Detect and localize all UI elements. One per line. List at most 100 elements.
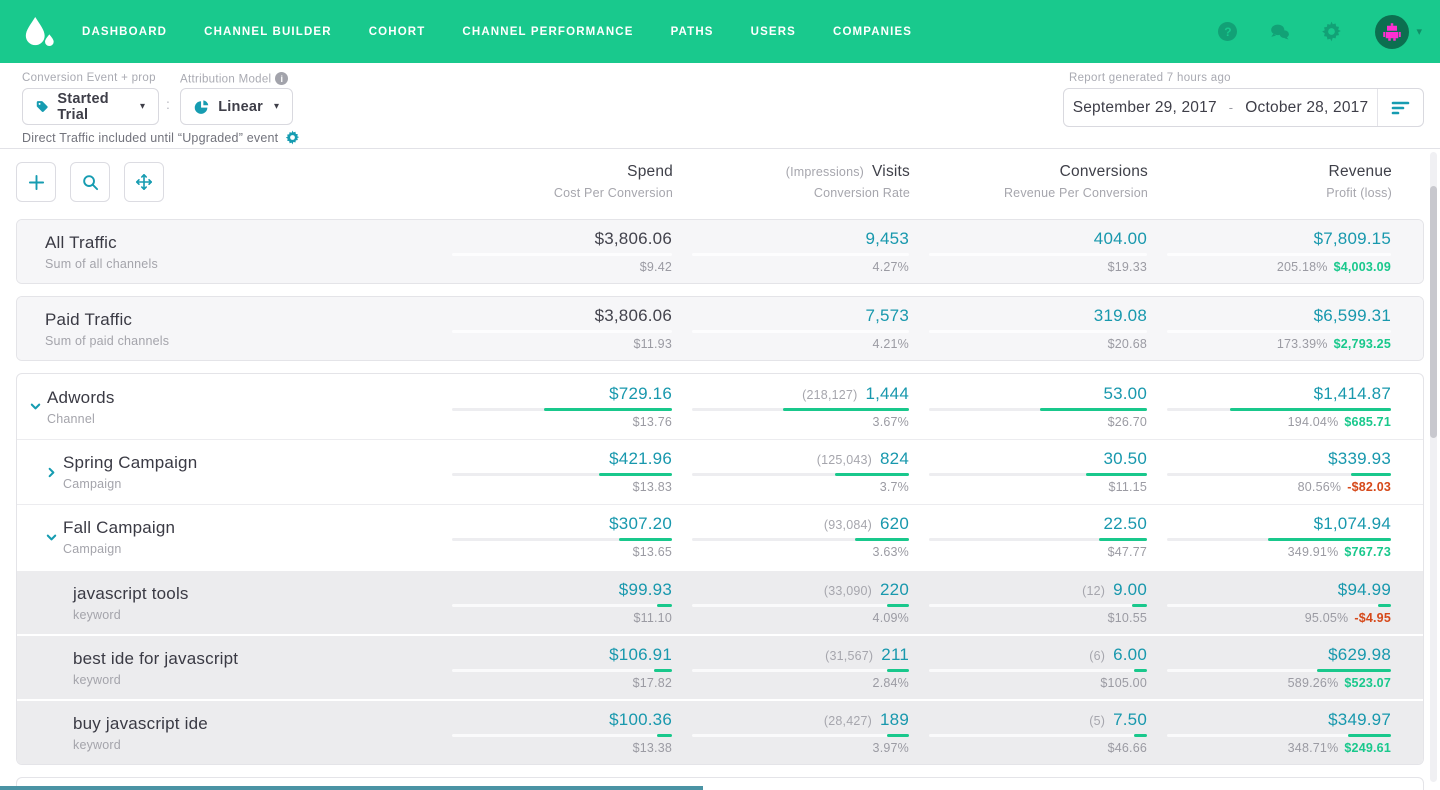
spend-secondary: $13.38 xyxy=(633,741,672,756)
spend-cell: $421.96 $13.83 xyxy=(432,449,672,495)
visits-secondary: 4.21% xyxy=(873,337,909,352)
row-title: best ide for javascript xyxy=(73,649,238,669)
conversion-event-value: Started Trial xyxy=(57,91,129,123)
table-row[interactable]: Adwords Channel $729.16 $13.76 (218,127)… xyxy=(17,374,1423,439)
value-bar xyxy=(1132,604,1147,607)
value-track xyxy=(1167,604,1391,607)
column-header-visits[interactable]: (Impressions)Visits Conversion Rate xyxy=(673,163,910,202)
help-icon[interactable]: ? xyxy=(1217,21,1238,42)
value-bar xyxy=(619,538,672,541)
chat-icon[interactable] xyxy=(1269,21,1290,42)
search-button[interactable] xyxy=(70,162,110,202)
table-row[interactable]: All Traffic Sum of all channels $3,806.0… xyxy=(17,220,1423,283)
column-header-conversions[interactable]: Conversions Revenue Per Conversion xyxy=(910,163,1148,202)
search-icon xyxy=(82,174,99,191)
app-logo[interactable] xyxy=(22,16,56,48)
vertical-scrollbar-thumb[interactable] xyxy=(1430,186,1437,438)
visits-prefix: (31,567) xyxy=(825,649,873,663)
profit-value: $249.61 xyxy=(1344,741,1391,756)
visits-value: 620 xyxy=(880,514,909,534)
conversions-secondary: $26.70 xyxy=(1108,415,1147,430)
table-row[interactable]: Fall Campaign Campaign $307.20 $13.65 (9… xyxy=(17,504,1423,569)
table-body: All Traffic Sum of all channels $3,806.0… xyxy=(0,219,1440,790)
nav-item-users[interactable]: USERS xyxy=(751,26,796,38)
nav-menu: DASHBOARD CHANNEL BUILDER COHORT CHANNEL… xyxy=(82,26,912,38)
nav-item-companies[interactable]: COMPANIES xyxy=(833,26,912,38)
profit-percent: 173.39% xyxy=(1277,337,1328,352)
visits-secondary: 3.67% xyxy=(873,415,909,430)
info-icon[interactable]: i xyxy=(275,72,288,85)
value-bar xyxy=(887,734,909,737)
chevron-down-icon[interactable] xyxy=(45,531,58,544)
tag-icon xyxy=(36,99,48,114)
avatar xyxy=(1375,15,1409,49)
value-track xyxy=(692,669,909,672)
revenue-cell: $94.99 95.05%-$4.95 xyxy=(1147,580,1391,626)
table-row[interactable]: javascript tools keyword $99.93 $11.10 (… xyxy=(17,569,1423,634)
nav-item-dashboard[interactable]: DASHBOARD xyxy=(82,26,167,38)
direct-traffic-note: Direct Traffic included until “Upgraded”… xyxy=(22,130,300,145)
chevron-down-icon[interactable] xyxy=(29,400,42,413)
visits-value: 189 xyxy=(880,710,909,730)
date-dash: - xyxy=(1229,100,1234,115)
value-track xyxy=(929,330,1147,333)
gear-icon[interactable] xyxy=(1321,21,1342,42)
spend-secondary: $9.42 xyxy=(640,260,672,275)
value-track xyxy=(1167,669,1391,672)
column-header-revenue[interactable]: Revenue Profit (loss) xyxy=(1148,163,1392,202)
table-row[interactable]: Paid Traffic Sum of paid channels $3,806… xyxy=(17,297,1423,360)
filter-bar: Conversion Event + prop Attribution Mode… xyxy=(0,63,1440,149)
value-bar xyxy=(1134,734,1147,737)
value-track xyxy=(1167,538,1391,541)
date-filter-button[interactable] xyxy=(1377,89,1423,126)
visits-cell: 9,453 4.27% xyxy=(672,229,909,275)
row-name-cell: javascript tools keyword xyxy=(17,584,432,622)
value-track xyxy=(692,604,909,607)
value-track xyxy=(452,253,672,256)
value-bar xyxy=(1040,408,1147,411)
conversion-event-dropdown[interactable]: Started Trial ▾ xyxy=(22,88,159,125)
spend-secondary: $13.76 xyxy=(633,415,672,430)
profit-percent: 349.91% xyxy=(1288,545,1339,560)
profit-value: $767.73 xyxy=(1344,545,1391,560)
value-bar xyxy=(654,669,672,672)
nav-item-cohort[interactable]: COHORT xyxy=(369,26,426,38)
profit-percent: 95.05% xyxy=(1305,611,1349,626)
add-button[interactable] xyxy=(16,162,56,202)
value-track xyxy=(929,408,1147,411)
column-header-spend[interactable]: Spend Cost Per Conversion xyxy=(433,163,673,202)
revenue-value: $1,414.87 xyxy=(1314,384,1391,404)
spend-secondary: $13.65 xyxy=(633,545,672,560)
conversions-cell: (5)7.50 $46.66 xyxy=(909,710,1147,756)
visits-secondary: 4.27% xyxy=(873,260,909,275)
account-menu[interactable]: ▾ xyxy=(1375,15,1422,49)
value-track xyxy=(929,734,1147,737)
nav-item-paths[interactable]: PATHS xyxy=(671,26,714,38)
row-subtitle: Campaign xyxy=(63,542,175,556)
chevron-right-icon[interactable] xyxy=(45,466,58,479)
date-range-picker[interactable]: September 29, 2017 - October 28, 2017 xyxy=(1063,88,1424,127)
visits-prefix: (125,043) xyxy=(817,453,872,467)
row-title: Paid Traffic xyxy=(45,310,169,330)
attribution-model-dropdown[interactable]: Linear ▾ xyxy=(180,88,293,125)
row-title: All Traffic xyxy=(45,233,158,253)
move-icon xyxy=(135,173,153,191)
settings-gear-icon[interactable] xyxy=(285,130,300,145)
conversions-cell: (6)6.00 $105.00 xyxy=(909,645,1147,691)
spend-secondary: $17.82 xyxy=(633,676,672,691)
horizontal-scrollbar[interactable] xyxy=(0,786,703,790)
row-title: javascript tools xyxy=(73,584,189,604)
nav-item-channel-performance[interactable]: CHANNEL PERFORMANCE xyxy=(462,26,633,38)
value-bar xyxy=(1348,734,1391,737)
row-subtitle: Sum of paid channels xyxy=(45,334,169,348)
spend-cell: $100.36 $13.38 xyxy=(432,710,672,756)
profit-value: $523.07 xyxy=(1344,676,1391,691)
value-bar xyxy=(887,604,909,607)
table-row[interactable]: buy javascript ide keyword $100.36 $13.3… xyxy=(17,699,1423,764)
move-button[interactable] xyxy=(124,162,164,202)
nav-item-channel-builder[interactable]: CHANNEL BUILDER xyxy=(204,26,332,38)
table-row[interactable]: Spring Campaign Campaign $421.96 $13.83 … xyxy=(17,439,1423,504)
table-toolbar xyxy=(16,162,433,202)
table-row[interactable]: best ide for javascript keyword $106.91 … xyxy=(17,634,1423,699)
filter-lines-icon xyxy=(1391,99,1411,117)
